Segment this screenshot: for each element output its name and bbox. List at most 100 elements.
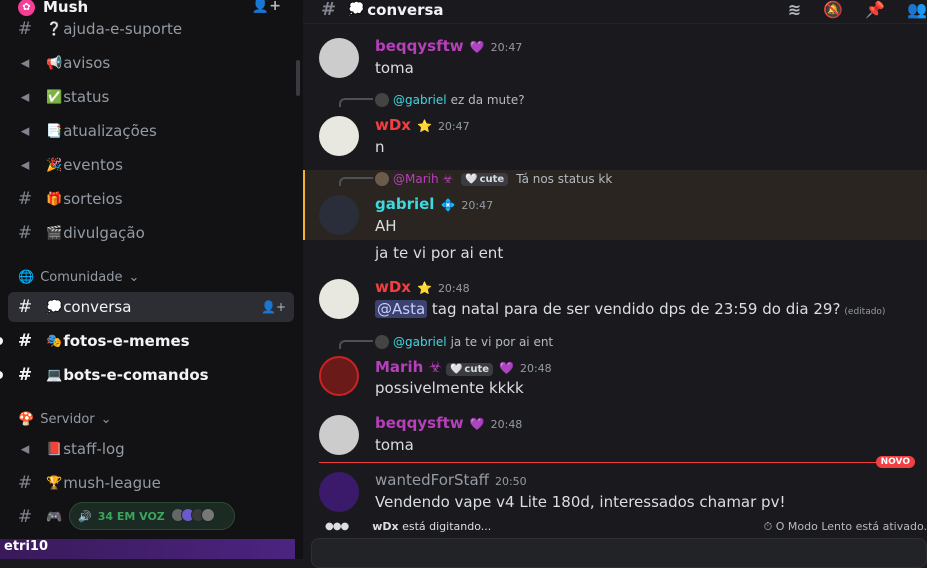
heart-icon: 🤍 — [465, 173, 478, 185]
category-label: Comunidade — [40, 270, 123, 285]
channel-emoji: 🎭 — [46, 333, 63, 349]
pin-icon[interactable]: 📌 — [865, 0, 885, 19]
message-text: ja te vi por ai ent — [375, 244, 504, 262]
megaphone-icon: ◂ — [20, 155, 30, 175]
channel-bots-e-comandos[interactable]: # 💻 bots-e-comandos — [0, 360, 294, 390]
avatar[interactable] — [319, 472, 359, 512]
channel-emoji: 🎮 — [46, 509, 63, 525]
reply-author[interactable]: @gabriel — [393, 93, 447, 107]
message-author[interactable]: wantedForStaff 20:50 — [375, 471, 527, 489]
new-messages-divider — [319, 462, 913, 463]
message-author[interactable]: beqqysftw 💜 20:48 — [375, 414, 522, 432]
avatar[interactable] — [319, 38, 359, 78]
message-author[interactable]: beqqysftw 💜 20:47 — [375, 37, 522, 55]
channel-atualizacoes[interactable]: ◂ 📑 atualizações — [8, 116, 294, 146]
channel-label: eventos — [63, 156, 123, 174]
author-name[interactable]: beqqysftw — [375, 414, 464, 432]
hash-icon: # — [17, 473, 33, 493]
user-mention[interactable]: @Asta — [375, 300, 428, 318]
reply-text: Tá nos status kk — [516, 172, 613, 186]
channel-label: divulgação — [63, 224, 145, 242]
hash-icon: # — [17, 331, 33, 351]
message-input[interactable] — [311, 538, 927, 568]
typing-user: wDx — [372, 520, 399, 533]
reply-preview[interactable]: @gabriel ja te vi por ai ent — [375, 335, 553, 349]
message-author[interactable]: wDx ⭐ 20:47 — [375, 116, 470, 134]
channel-label: sorteios — [63, 190, 123, 208]
channel-ajuda-e-suporte[interactable]: # ❔ ajuda-e-suporte — [8, 14, 294, 44]
channel-header: # 💭 conversa ≋ 🔕 📌 👥 — [303, 0, 927, 24]
author-name[interactable]: wDx — [375, 116, 411, 134]
channel-conversa[interactable]: # 💭 conversa 👤+ — [8, 292, 294, 322]
category-servidor[interactable]: 🍄 Servidor ⌄ — [18, 412, 112, 427]
reply-preview[interactable]: @gabriel ez da mute? — [375, 93, 525, 107]
slow-mode-notice: ⏱ O Modo Lento está ativado. — [764, 520, 927, 534]
tag-badge: 🤍 cute — [461, 172, 509, 186]
author-name[interactable]: beqqysftw — [375, 37, 464, 55]
author-name[interactable]: wantedForStaff — [375, 471, 489, 489]
channel-avisos[interactable]: ◂ 📢 avisos — [8, 48, 294, 78]
channel-label: staff-log — [63, 440, 125, 458]
channel-eventos[interactable]: ◂ 🎉 eventos — [8, 150, 294, 180]
channel-label: atualizações — [63, 122, 157, 140]
tag-label: cute — [464, 364, 489, 375]
add-member-icon[interactable]: 👤+ — [261, 300, 286, 314]
star-badge-icon: 💜 — [499, 361, 514, 375]
timestamp: 20:48 — [519, 362, 552, 375]
slow-mode-text: O Modo Lento está ativado. — [775, 520, 927, 533]
reply-preview[interactable]: @Marih ☣ 🤍 cute Tá nos status kk — [375, 172, 612, 186]
mushroom-icon: 🍄 — [18, 412, 35, 427]
reply-connector — [339, 177, 373, 186]
avatar — [200, 507, 215, 522]
reply-author[interactable]: @Marih ☣ — [393, 172, 453, 186]
message-author[interactable]: wDx ⭐ 20:48 — [375, 278, 470, 296]
channel-emoji: 💻 — [46, 367, 63, 383]
reply-author[interactable]: @gabriel — [393, 335, 447, 349]
stopwatch-icon: ⏱ — [763, 520, 773, 533]
author-name[interactable]: wDx — [375, 278, 411, 296]
author-name[interactable]: gabriel — [375, 195, 434, 213]
hash-icon: # — [17, 365, 33, 385]
avatar[interactable] — [319, 356, 359, 396]
timestamp: 20:47 — [490, 41, 523, 54]
channel-fotos-e-memes[interactable]: # 🎭 fotos-e-memes — [0, 326, 294, 356]
notifications-muted-icon[interactable]: 🔕 — [823, 0, 843, 19]
reply-text: ja te vi por ai ent — [450, 335, 554, 349]
sidebar-scrollbar[interactable] — [296, 60, 300, 96]
timestamp: 20:47 — [437, 120, 470, 133]
typing-indicator: ●●● wDx está digitando... — [325, 520, 491, 533]
channel-mush-league[interactable]: # 🏆 mush-league — [8, 468, 294, 498]
avatar[interactable] — [319, 415, 359, 455]
author-name[interactable]: Marih ☣ — [375, 358, 442, 376]
star-badge-icon: 💠 — [440, 198, 456, 212]
message-author[interactable]: Marih ☣ 🤍 cute 💜 20:48 — [375, 358, 552, 376]
members-icon[interactable]: 👥 — [907, 0, 927, 19]
message-author[interactable]: gabriel 💠 20:47 — [375, 195, 493, 213]
channel-sorteios[interactable]: # 🎁 sorteios — [8, 184, 294, 214]
chat-main: # 💭 conversa ≋ 🔕 📌 👥 beqqysftw 💜 20:47 tom… — [303, 0, 927, 568]
add-user-icon[interactable]: 👤+ — [252, 0, 281, 14]
channel-emoji: 📑 — [46, 123, 63, 139]
channel-staff-log[interactable]: ◂ 📕 staff-log — [8, 434, 294, 464]
channel-status[interactable]: ◂ ✅ status — [8, 82, 294, 112]
channel-label: mush-league — [63, 474, 161, 492]
timestamp: 20:47 — [461, 199, 494, 212]
star-badge-icon: ⭐ — [416, 119, 432, 133]
hash-icon: # — [17, 507, 33, 527]
megaphone-icon: ◂ — [20, 439, 30, 459]
threads-icon[interactable]: ≋ — [788, 0, 801, 19]
megaphone-icon: ◂ — [20, 121, 30, 141]
channel-divulgacao[interactable]: # 🎬 divulgação — [8, 218, 294, 248]
avatar — [375, 93, 389, 107]
category-comunidade[interactable]: 🌐 Comunidade ⌄ — [18, 270, 139, 285]
avatar[interactable] — [319, 116, 359, 156]
avatar[interactable] — [319, 279, 359, 319]
message-text: n — [375, 138, 385, 156]
voice-activity-pill[interactable]: 🔊 34 EM VOZ — [69, 502, 235, 530]
message-text: Vendendo vape v4 Lite 180d, interessados… — [375, 493, 786, 511]
channel-label: status — [63, 88, 110, 106]
message-body: tag natal para de ser vendido dps de 23:… — [427, 300, 841, 318]
channel-label: ajuda-e-suporte — [63, 20, 183, 38]
avatar[interactable] — [319, 195, 359, 235]
unread-indicator — [0, 337, 3, 345]
